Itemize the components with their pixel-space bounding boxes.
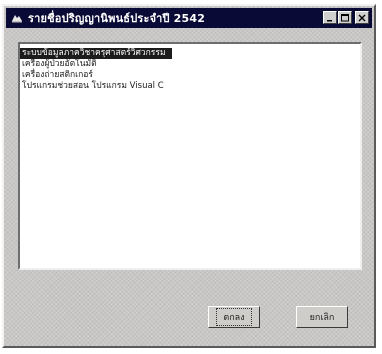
close-icon: [358, 14, 366, 21]
window-controls: [323, 11, 369, 24]
window-title: รายชื่อปริญญานิพนธ์ประจำปี 2542: [28, 12, 206, 25]
minimize-icon: [327, 19, 332, 21]
app-icon[interactable]: [10, 11, 24, 25]
maximize-button[interactable]: [338, 11, 352, 24]
ok-button[interactable]: ตกลง: [208, 306, 260, 328]
list-item[interactable]: โปรแกรมช่วยสอน โปรแกรม Visual C: [20, 81, 172, 92]
cancel-button[interactable]: ยกเลิก: [296, 306, 348, 328]
ok-button-label: ตกลง: [216, 308, 252, 326]
list-item[interactable]: เครื่องถ่ายสติกเกอร์: [20, 70, 172, 81]
list-item[interactable]: เครื่องผู้ป่วยอัตโนมัติ: [20, 59, 172, 70]
close-button[interactable]: [355, 11, 369, 24]
thesis-listbox[interactable]: ระบบข้อมูลภาควิชาครุศาสตร์วิศวกรรม เครื่…: [18, 42, 362, 270]
minimize-button[interactable]: [323, 11, 337, 24]
title-bar[interactable]: รายชื่อปริญญานิพนธ์ประจำปี 2542: [6, 8, 372, 28]
dialog-window: รายชื่อปริญญานิพนธ์ประจำปี 2542 ระบบข้อม…: [2, 4, 376, 348]
maximize-icon: [341, 13, 349, 21]
list-item[interactable]: ระบบข้อมูลภาควิชาครุศาสตร์วิศวกรรม: [20, 48, 172, 59]
cancel-button-label: ยกเลิก: [309, 313, 335, 323]
